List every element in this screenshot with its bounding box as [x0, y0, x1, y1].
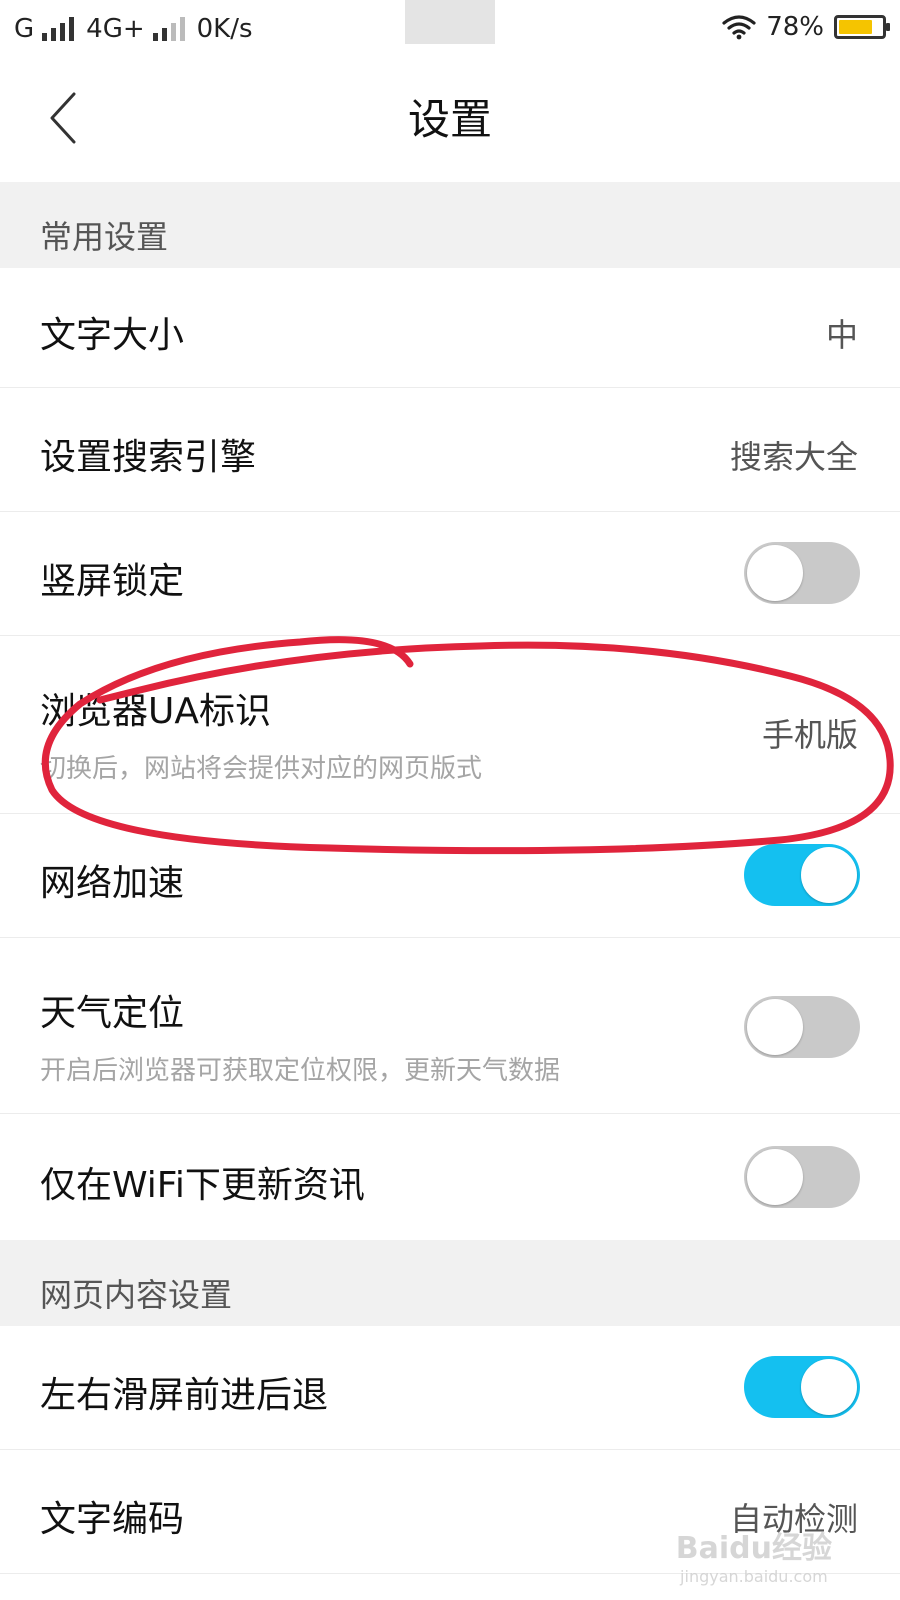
setting-portrait-lock: 竖屏锁定: [0, 512, 900, 636]
setting-weather-location: 天气定位 开启后浏览器可获取定位权限，更新天气数据: [0, 938, 900, 1114]
setting-value: 中: [825, 316, 858, 354]
section-title: 常用设置: [40, 218, 169, 256]
section-title: 网页内容设置: [40, 1276, 233, 1314]
setting-label: 左右滑屏前进后退: [40, 1375, 329, 1416]
setting-network-accel: 网络加速: [0, 814, 900, 938]
setting-value: 手机版: [761, 716, 858, 754]
toggle-knob: [747, 545, 803, 601]
watermark-logo: Baidu经验 jingyan.baidu.com: [676, 1523, 832, 1586]
weather-location-toggle[interactable]: [744, 996, 860, 1058]
setting-browser-ua[interactable]: 浏览器UA标识 切换后，网站将会提供对应的网页版式 手机版: [0, 636, 900, 814]
wifi-icon: [722, 15, 756, 40]
setting-value: 搜索大全: [729, 438, 858, 476]
setting-label: 文字编码: [40, 1499, 185, 1540]
portrait-lock-toggle[interactable]: [744, 542, 860, 604]
status-right: 78%: [722, 12, 890, 42]
section-header-common: 常用设置: [0, 182, 900, 268]
setting-label: 网络加速: [40, 863, 185, 904]
setting-search-engine[interactable]: 设置搜索引擎 搜索大全: [0, 388, 900, 512]
carrier-label: G: [14, 14, 35, 44]
setting-label: 天气定位: [40, 993, 185, 1034]
title-bar: 设置: [0, 60, 900, 184]
setting-label: 设置搜索引擎: [40, 437, 257, 478]
signal-icon: [42, 17, 75, 41]
page-title: 设置: [407, 95, 492, 144]
wifi-news-toggle[interactable]: [744, 1146, 860, 1208]
toggle-knob: [801, 847, 857, 903]
toggle-knob: [747, 999, 803, 1055]
swipe-nav-toggle[interactable]: [744, 1356, 860, 1418]
watermark-brand: Baidu经验: [675, 1531, 832, 1566]
status-bar: G 4G+ 0K/s 78%: [0, 0, 900, 60]
status-left: G 4G+ 0K/s: [14, 14, 253, 44]
setting-swipe-nav: 左右滑屏前进后退: [0, 1326, 900, 1450]
toggle-knob: [747, 1149, 803, 1205]
setting-wifi-news: 仅在WiFi下更新资讯: [0, 1114, 900, 1240]
setting-label: 浏览器UA标识: [40, 691, 271, 732]
setting-label: 仅在WiFi下更新资讯: [40, 1165, 365, 1206]
battery-percent: 78%: [766, 12, 824, 42]
battery-icon: [834, 15, 890, 39]
toggle-knob: [801, 1359, 857, 1415]
watermark-site: jingyan.baidu.com: [680, 1567, 828, 1586]
network-type-label: 4G+: [86, 14, 145, 44]
status-notch-block: [405, 0, 495, 44]
network-accel-toggle[interactable]: [744, 844, 860, 906]
setting-font-size[interactable]: 文字大小 中: [0, 268, 900, 388]
battery-level: [839, 20, 872, 34]
section-header-web: 网页内容设置: [0, 1240, 900, 1326]
setting-label: 文字大小: [40, 315, 185, 356]
setting-label: 竖屏锁定: [40, 561, 185, 602]
net-speed-label: 0K/s: [196, 14, 253, 44]
setting-description: 切换后，网站将会提供对应的网页版式: [40, 754, 483, 784]
signal-icon-2: [152, 17, 185, 41]
setting-description: 开启后浏览器可获取定位权限，更新天气数据: [40, 1056, 561, 1086]
